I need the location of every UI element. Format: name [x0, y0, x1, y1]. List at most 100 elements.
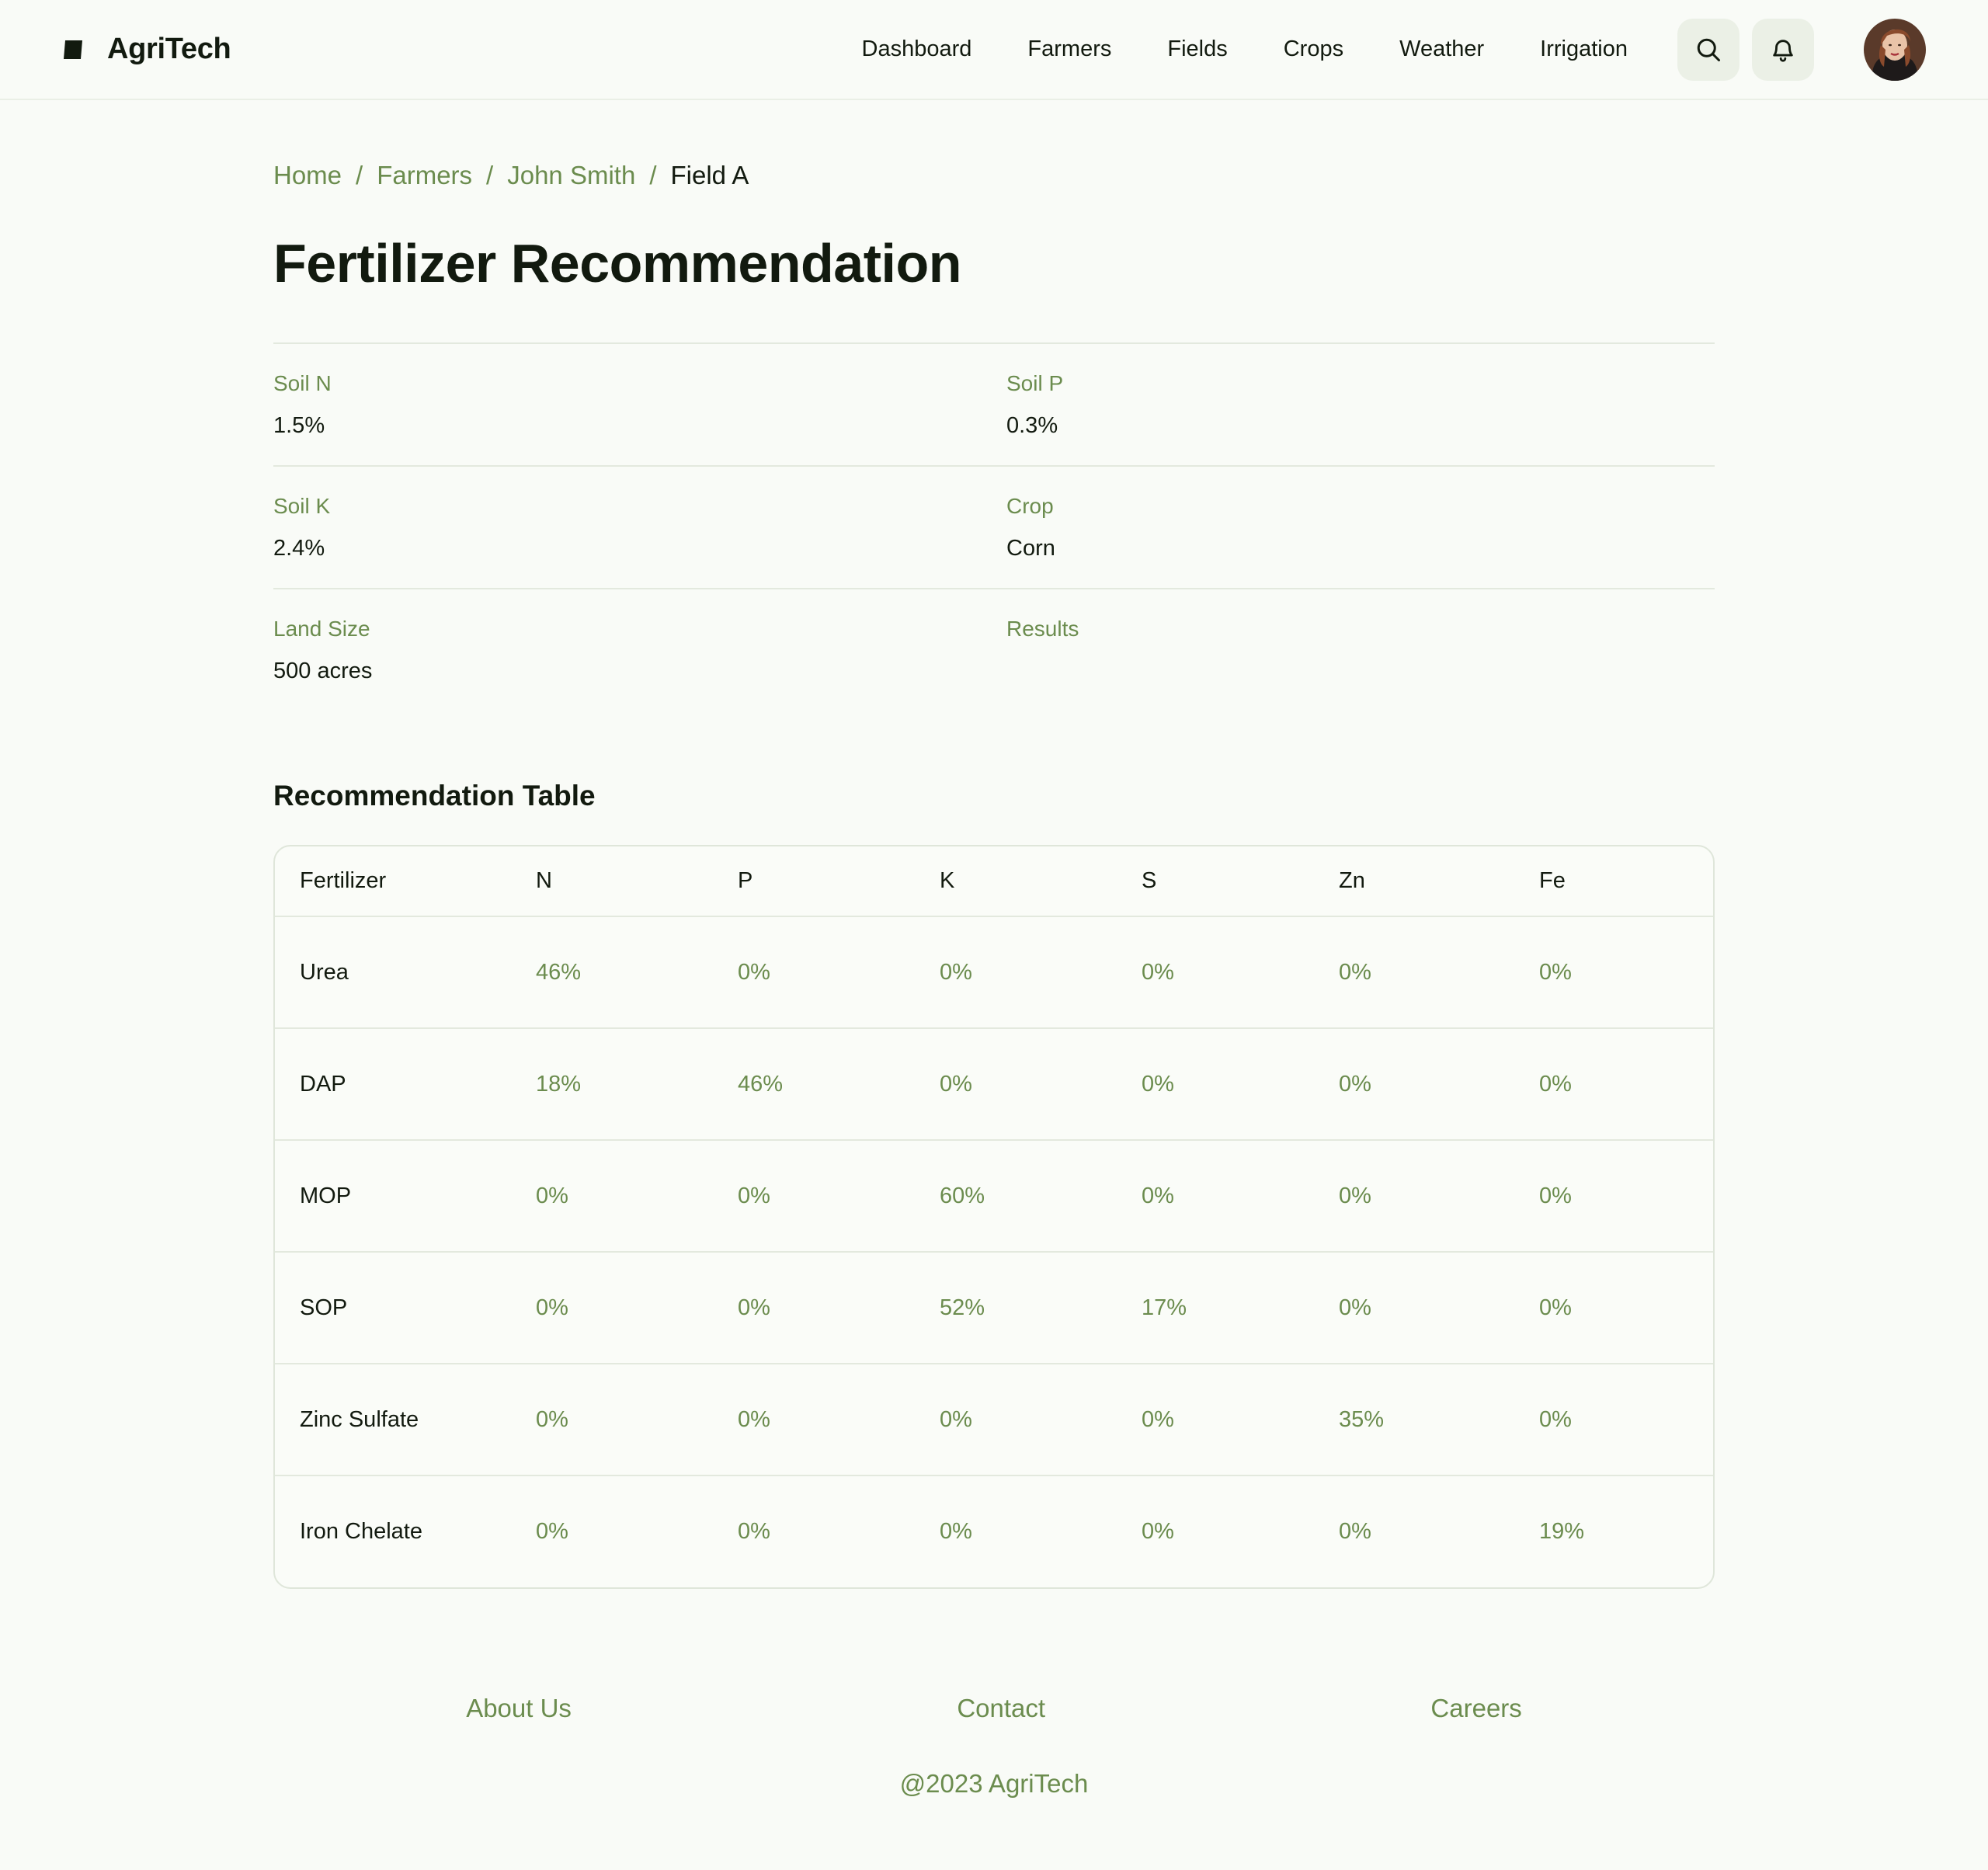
- cell-s: 17%: [1117, 1251, 1314, 1364]
- brand[interactable]: AgriTech: [62, 33, 231, 66]
- fertilizer-name: Iron Chelate: [275, 1475, 511, 1587]
- notifications-button[interactable]: [1752, 18, 1814, 81]
- search-icon: [1697, 38, 1720, 61]
- breadcrumb-separator: /: [486, 161, 494, 189]
- recommendation-table-container: Fertilizer N P K S Zn Fe Urea 46% 0% 0%: [273, 845, 1715, 1589]
- cell-zn: 0%: [1314, 1027, 1514, 1140]
- table-header-row: Fertilizer N P K S Zn Fe: [275, 846, 1713, 916]
- column-header-zn: Zn: [1339, 868, 1365, 893]
- cell-fe: 0%: [1514, 1251, 1713, 1364]
- table-row: DAP 18% 46% 0% 0% 0% 0%: [275, 1027, 1713, 1140]
- breadcrumb-separator: /: [356, 161, 363, 189]
- detail-value: 1.5%: [273, 413, 325, 438]
- cell-s: 0%: [1117, 1475, 1314, 1587]
- cell-fe: 0%: [1514, 1027, 1713, 1140]
- nav-item-crops[interactable]: Crops: [1284, 36, 1343, 62]
- fertilizer-name: MOP: [275, 1139, 511, 1252]
- cell-zn: 0%: [1314, 1139, 1514, 1252]
- cell-n: 0%: [511, 1251, 713, 1364]
- cell-n: 46%: [511, 916, 713, 1028]
- footer-link-careers[interactable]: Careers: [1430, 1694, 1521, 1723]
- fertilizer-name: Urea: [275, 916, 511, 1028]
- cell-fe: 0%: [1514, 916, 1713, 1028]
- fertilizer-name: Zinc Sulfate: [275, 1363, 511, 1475]
- cell-s: 0%: [1117, 1139, 1314, 1252]
- detail-soil-k: Soil K 2.4%: [273, 467, 1006, 588]
- breadcrumb-john-smith[interactable]: John Smith: [507, 161, 635, 190]
- column-header-n: N: [536, 868, 552, 893]
- column-header-k: K: [940, 868, 955, 893]
- avatar[interactable]: [1864, 18, 1926, 81]
- detail-value: 2.4%: [273, 536, 325, 561]
- cell-zn: 0%: [1314, 1251, 1514, 1364]
- footer-link-about-us[interactable]: About Us: [466, 1694, 572, 1723]
- recommendation-table: Fertilizer N P K S Zn Fe Urea 46% 0% 0%: [275, 846, 1713, 1587]
- recommendation-table-title: Recommendation Table: [273, 780, 596, 812]
- logo-icon: [64, 40, 82, 59]
- main-content: Home / Farmers / John Smith / Field A Fe…: [273, 100, 1715, 1589]
- cell-k: 60%: [915, 1139, 1117, 1252]
- copyright: @2023 AgriTech: [899, 1769, 1089, 1798]
- cell-n: 0%: [511, 1363, 713, 1475]
- nav-item-farmers[interactable]: Farmers: [1027, 36, 1111, 62]
- breadcrumb-farmers[interactable]: Farmers: [377, 161, 472, 190]
- cell-zn: 35%: [1314, 1363, 1514, 1475]
- breadcrumb: Home / Farmers / John Smith / Field A: [273, 161, 1715, 190]
- cell-k: 0%: [915, 916, 1117, 1028]
- nav-item-weather[interactable]: Weather: [1399, 36, 1484, 62]
- cell-n: 0%: [511, 1475, 713, 1587]
- cell-p: 0%: [713, 1139, 915, 1252]
- soil-details: Soil N 1.5% Soil P 0.3% Soil K 2.4% Crop…: [273, 342, 1715, 712]
- details-row: Land Size 500 acres Results: [273, 589, 1715, 712]
- detail-soil-n: Soil N 1.5%: [273, 344, 1006, 465]
- detail-label: Soil N: [273, 371, 332, 395]
- top-navbar: AgriTech Dashboard Farmers Fields Crops …: [0, 0, 1988, 100]
- details-row: Soil K 2.4% Crop Corn: [273, 467, 1715, 589]
- detail-value: 500 acres: [273, 659, 373, 683]
- column-header-p: P: [738, 868, 753, 893]
- nav-item-irrigation[interactable]: Irrigation: [1540, 36, 1628, 62]
- detail-value: Corn: [1006, 536, 1055, 561]
- cell-zn: 0%: [1314, 916, 1514, 1028]
- table-row: Iron Chelate 0% 0% 0% 0% 0% 19%: [275, 1475, 1713, 1587]
- details-row: Soil N 1.5% Soil P 0.3%: [273, 344, 1715, 467]
- brand-name: AgriTech: [107, 33, 231, 65]
- cell-p: 0%: [713, 916, 915, 1028]
- cell-p: 0%: [713, 1363, 915, 1475]
- cell-n: 0%: [511, 1139, 713, 1252]
- column-header-fe: Fe: [1539, 868, 1566, 893]
- detail-label: Soil K: [273, 494, 331, 518]
- nav-item-dashboard[interactable]: Dashboard: [862, 36, 972, 62]
- footer-link-contact[interactable]: Contact: [957, 1694, 1045, 1723]
- detail-label: Results: [1006, 617, 1079, 641]
- detail-land-size: Land Size 500 acres: [273, 589, 1006, 712]
- fertilizer-name: SOP: [275, 1251, 511, 1364]
- search-button[interactable]: [1677, 18, 1740, 81]
- cell-fe: 0%: [1514, 1139, 1713, 1252]
- cell-k: 0%: [915, 1363, 1117, 1475]
- fertilizer-name: DAP: [275, 1027, 511, 1140]
- cell-k: 0%: [915, 1027, 1117, 1140]
- cell-p: 0%: [713, 1475, 915, 1587]
- cell-n: 18%: [511, 1027, 713, 1140]
- cell-s: 0%: [1117, 916, 1314, 1028]
- breadcrumb-home[interactable]: Home: [273, 161, 342, 190]
- table-row: SOP 0% 0% 52% 17% 0% 0%: [275, 1251, 1713, 1364]
- cell-s: 0%: [1117, 1363, 1314, 1475]
- detail-value: 0.3%: [1006, 413, 1058, 438]
- bell-icon: [1773, 39, 1793, 62]
- footer-links: About Us Contact Careers: [273, 1694, 1715, 1723]
- detail-label: Crop: [1006, 494, 1054, 518]
- table-row: Urea 46% 0% 0% 0% 0% 0%: [275, 916, 1713, 1028]
- breadcrumb-current: Field A: [670, 161, 749, 189]
- cell-k: 0%: [915, 1475, 1117, 1587]
- detail-results: Results: [1006, 589, 1715, 712]
- main-nav: Dashboard Farmers Fields Crops Weather I…: [862, 36, 1628, 62]
- page-title: Fertilizer Recommendation: [273, 233, 962, 294]
- cell-k: 52%: [915, 1251, 1117, 1364]
- detail-label: Soil P: [1006, 371, 1064, 395]
- page: AgriTech Dashboard Farmers Fields Crops …: [0, 0, 1988, 1870]
- cell-zn: 0%: [1314, 1475, 1514, 1587]
- detail-crop: Crop Corn: [1006, 467, 1715, 588]
- nav-item-fields[interactable]: Fields: [1167, 36, 1227, 62]
